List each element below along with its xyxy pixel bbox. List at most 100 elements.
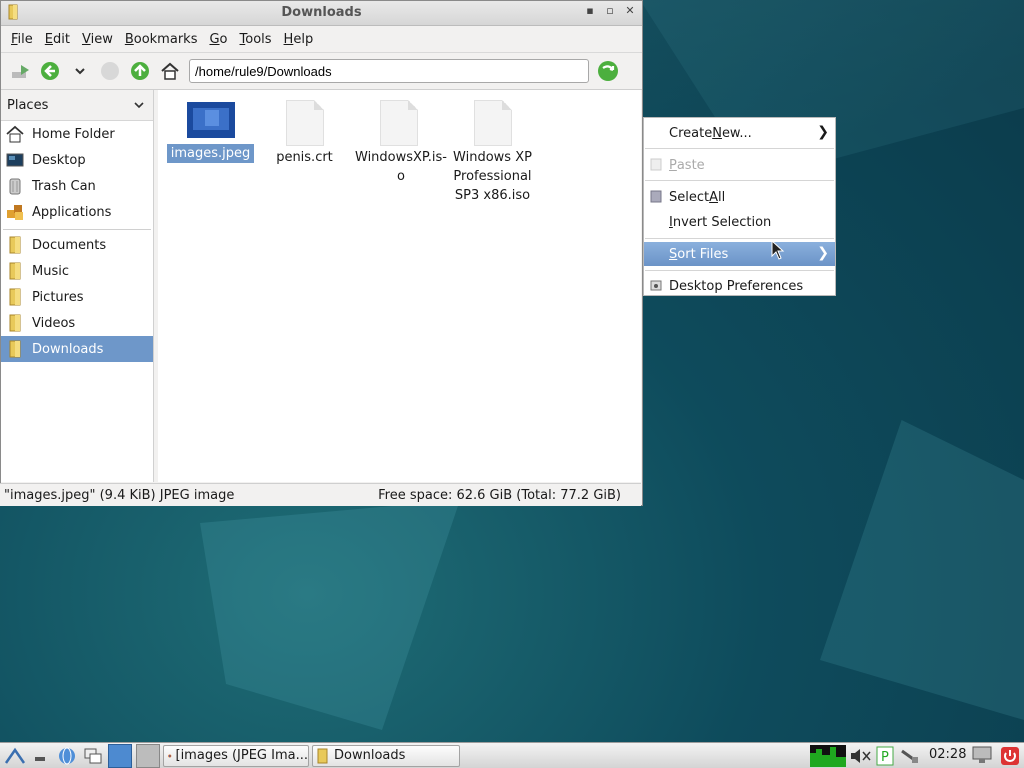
menu-separator bbox=[645, 148, 834, 149]
new-tab-button[interactable] bbox=[7, 58, 33, 84]
maximize-icon[interactable]: ▫ bbox=[604, 4, 616, 17]
history-dropdown-button[interactable] bbox=[67, 58, 93, 84]
chevron-right-icon: ❯ bbox=[817, 124, 829, 140]
status-free-space: Free space: 62.6 GiB (Total: 77.2 GiB) bbox=[378, 487, 621, 503]
home-button[interactable] bbox=[157, 58, 183, 84]
sidebar-divider bbox=[3, 225, 151, 230]
menu-edit[interactable]: Edit bbox=[39, 32, 76, 47]
firefox-icon bbox=[168, 753, 172, 758]
menu-bar: File Edit View Bookmarks Go Tools Help bbox=[1, 26, 642, 53]
menu-item-select-all[interactable]: Select All bbox=[644, 185, 835, 209]
menu-view[interactable]: View bbox=[76, 32, 119, 47]
sidebar-item-label: Downloads bbox=[32, 341, 104, 357]
menu-item-invert-selection[interactable]: Invert Selection bbox=[644, 210, 835, 234]
svg-text:P: P bbox=[881, 750, 889, 765]
applications-icon bbox=[7, 205, 23, 220]
sidebar-item-label: Videos bbox=[32, 315, 76, 331]
file-item[interactable]: penis.crt bbox=[257, 100, 352, 167]
sidebar-item-label: Home Folder bbox=[32, 126, 115, 142]
sidebar-item-home-folder[interactable]: Home Folder bbox=[1, 121, 153, 147]
close-icon[interactable]: ✕ bbox=[624, 4, 636, 17]
window-titlebar[interactable]: Downloads ▪ ▫ ✕ bbox=[1, 1, 642, 26]
start-icon bbox=[4, 747, 26, 764]
sidebar-item-label: Documents bbox=[32, 237, 107, 253]
menu-help[interactable]: Help bbox=[278, 32, 320, 47]
select-all-icon bbox=[650, 190, 662, 203]
menu-tools[interactable]: Tools bbox=[234, 32, 278, 47]
show-desktop-button[interactable] bbox=[30, 745, 52, 767]
power-icon[interactable] bbox=[1000, 746, 1020, 766]
sidebar-item-label: Trash Can bbox=[32, 178, 96, 194]
menu-go[interactable]: Go bbox=[203, 32, 233, 47]
folder-icon bbox=[9, 340, 21, 358]
status-bar: "images.jpeg" (9.4 KiB) JPEG image Free … bbox=[0, 483, 641, 506]
sidebar-item-pictures[interactable]: Pictures bbox=[1, 284, 153, 310]
chevron-down-icon bbox=[134, 102, 144, 109]
document-icon bbox=[285, 100, 324, 146]
menu-item-sort-files[interactable]: Sort Files ❯ bbox=[644, 242, 835, 266]
globe-icon bbox=[59, 747, 75, 764]
file-item[interactable]: WindowsXP.is-o bbox=[351, 100, 447, 186]
up-button[interactable] bbox=[127, 58, 153, 84]
monitor-icon[interactable] bbox=[972, 746, 992, 764]
clipboard-icon: P bbox=[876, 746, 894, 766]
taskbar-task-image-viewer[interactable]: [images (JPEG Ima... bbox=[163, 744, 309, 767]
sidebar-item-desktop[interactable]: Desktop bbox=[1, 147, 153, 173]
file-item[interactable]: Windows XP Professional SP3 x86.iso bbox=[445, 100, 540, 205]
sidebar-item-documents[interactable]: Documents bbox=[1, 232, 153, 258]
start-menu-button[interactable] bbox=[4, 745, 26, 767]
back-button[interactable] bbox=[37, 58, 63, 84]
menu-separator bbox=[645, 180, 834, 181]
menu-separator bbox=[645, 270, 834, 271]
new-tab-icon bbox=[12, 65, 29, 78]
back-arrow-icon bbox=[41, 62, 59, 80]
sidebar-item-trash-can[interactable]: Trash Can bbox=[1, 173, 153, 199]
minimize-all-icon bbox=[35, 756, 45, 761]
mouse-cursor-icon bbox=[771, 240, 785, 260]
menu-item-desktop-preferences[interactable]: Desktop Preferences bbox=[644, 274, 835, 298]
taskbar-task-downloads[interactable]: Downloads bbox=[312, 744, 460, 767]
sidebar-item-videos[interactable]: Videos bbox=[1, 310, 153, 336]
folder-icon bbox=[9, 288, 21, 306]
volume-icon bbox=[851, 749, 871, 763]
up-arrow-icon bbox=[131, 62, 149, 80]
wallpaper-shape bbox=[820, 420, 1024, 720]
file-view[interactable]: images.jpeg penis.crt WindowsXP.is-o Win… bbox=[158, 90, 641, 482]
clock[interactable]: 02:28 bbox=[929, 747, 966, 762]
go-button[interactable] bbox=[595, 58, 621, 84]
desktop-icon bbox=[6, 153, 24, 167]
menu-item-paste[interactable]: Paste bbox=[644, 153, 835, 177]
menu-bookmarks[interactable]: Bookmarks bbox=[119, 32, 204, 47]
toolbar bbox=[1, 53, 642, 90]
home-icon bbox=[161, 62, 179, 80]
workspace-2[interactable] bbox=[136, 743, 160, 768]
sidebar-item-label: Applications bbox=[32, 204, 112, 220]
document-icon bbox=[473, 100, 512, 146]
file-name: WindowsXP.is-o bbox=[355, 150, 447, 184]
folder-icon bbox=[9, 314, 21, 332]
menu-item-create-new[interactable]: Create New... ❯ bbox=[644, 121, 835, 145]
trash-icon bbox=[9, 178, 21, 195]
preferences-icon bbox=[650, 280, 662, 291]
forward-button[interactable] bbox=[97, 58, 123, 84]
window-switcher-button[interactable] bbox=[82, 745, 104, 767]
go-arrow-icon bbox=[598, 61, 618, 81]
file-name: images.jpeg bbox=[166, 144, 255, 163]
sidebar-item-label: Desktop bbox=[32, 152, 86, 168]
places-header[interactable]: Places bbox=[1, 90, 153, 121]
file-item[interactable]: images.jpeg bbox=[163, 102, 258, 163]
chevron-right-icon: ❯ bbox=[817, 245, 829, 261]
browser-launcher[interactable] bbox=[56, 745, 78, 767]
windows-icon bbox=[84, 748, 102, 763]
file-name: penis.crt bbox=[276, 150, 333, 165]
context-menu: Create New... ❯ Paste Select All Invert … bbox=[643, 117, 836, 296]
minimize-icon[interactable]: ▪ bbox=[584, 4, 596, 17]
workspace-1[interactable] bbox=[108, 743, 132, 768]
sidebar-item-downloads[interactable]: Downloads bbox=[1, 336, 153, 362]
forward-arrow-icon bbox=[101, 62, 119, 80]
sidebar-item-applications[interactable]: Applications bbox=[1, 199, 153, 225]
sidebar-item-music[interactable]: Music bbox=[1, 258, 153, 284]
menu-file[interactable]: File bbox=[5, 32, 39, 47]
address-input[interactable] bbox=[189, 59, 589, 83]
file-name: Windows XP Professional SP3 x86.iso bbox=[453, 150, 532, 203]
